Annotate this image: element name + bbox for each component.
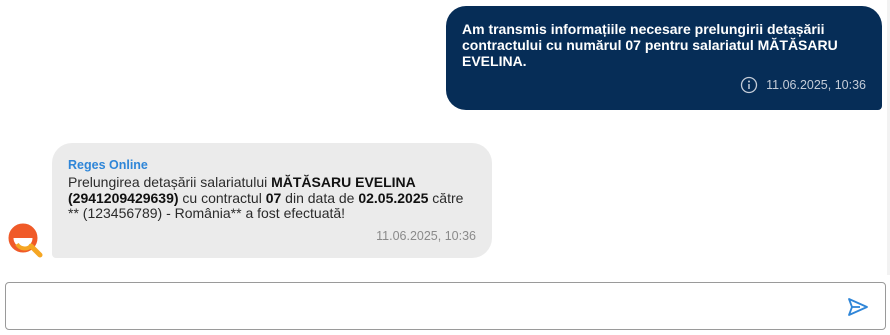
message-input[interactable] xyxy=(16,289,840,325)
contract-date: 02.05.2025 xyxy=(358,189,429,206)
chat-thread: Am transmis informațiile necesare prelun… xyxy=(0,0,890,275)
message-composer xyxy=(5,282,886,330)
reges-logo-icon xyxy=(7,221,45,259)
contract-number: 07 xyxy=(265,189,282,206)
text-segment: Prelungirea detașării salariatului xyxy=(68,174,272,190)
incoming-message-text: Prelungirea detașării salariatului MĂTĂS… xyxy=(68,174,476,222)
text-segment: din data de xyxy=(281,189,359,206)
outgoing-timestamp: 11.06.2025, 10:36 xyxy=(766,78,866,92)
outgoing-message: Am transmis informațiile necesare prelun… xyxy=(446,6,882,110)
incoming-message: Reges Online Prelungirea detașării salar… xyxy=(52,143,492,258)
incoming-timestamp: 11.06.2025, 10:36 xyxy=(376,229,476,243)
employee-name: MĂTĂSARU EVELINA xyxy=(271,174,416,190)
send-icon[interactable] xyxy=(847,296,869,318)
info-icon[interactable] xyxy=(740,76,758,94)
outgoing-message-text: Am transmis informațiile necesare prelun… xyxy=(462,21,838,69)
text-segment: cu contractul xyxy=(178,189,266,206)
employee-cnp: (2941209429639) xyxy=(68,189,179,206)
outgoing-message-meta: 11.06.2025, 10:36 xyxy=(740,76,866,94)
sender-name: Reges Online xyxy=(68,158,148,172)
